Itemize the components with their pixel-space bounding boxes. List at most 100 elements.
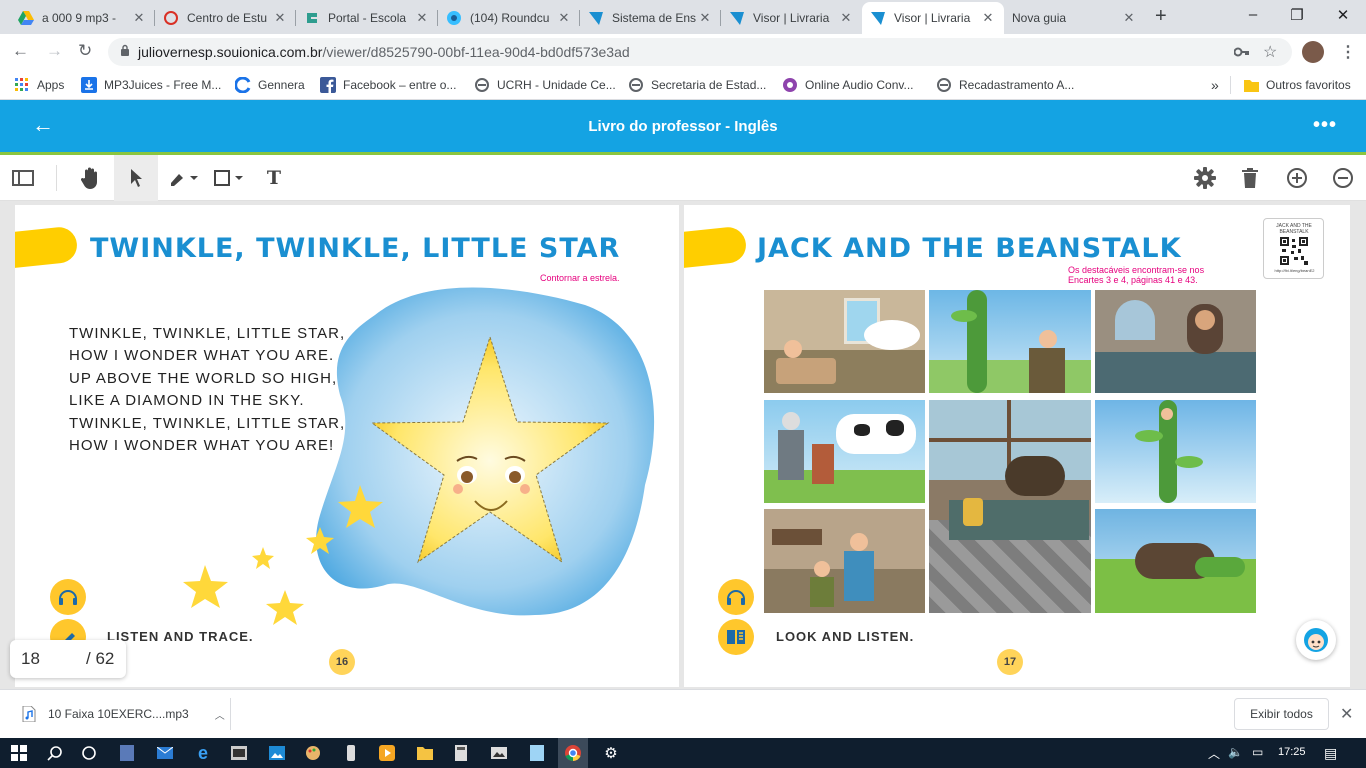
close-icon[interactable]: ✕ bbox=[980, 10, 996, 26]
new-tab-button[interactable]: + bbox=[1155, 6, 1167, 26]
portal-icon bbox=[304, 10, 320, 26]
assistant-help-button[interactable] bbox=[1296, 620, 1336, 660]
edge-browser-icon[interactable]: e bbox=[188, 738, 218, 768]
show-all-downloads-button[interactable]: Exibir todos bbox=[1234, 698, 1329, 730]
page-current-input[interactable]: 18 bbox=[21, 649, 40, 669]
audio-headphones-button[interactable] bbox=[50, 579, 86, 615]
windows-taskbar: e ⚙ ︿ 🔈 ▭ 17:25 ▤ bbox=[0, 738, 1366, 768]
gear-icon[interactable] bbox=[1190, 155, 1220, 201]
tab-1[interactable]: Centro de Estu ✕ bbox=[155, 2, 296, 34]
sidebar-toggle-icon[interactable] bbox=[0, 155, 46, 201]
chrome-taskbar-icon[interactable] bbox=[558, 738, 588, 768]
address-bar[interactable]: juliovernesp.souionica.com.br/viewer/d85… bbox=[108, 38, 1292, 66]
story-panel-7 bbox=[764, 509, 925, 613]
zoom-in-icon[interactable] bbox=[1282, 155, 1312, 201]
navigation-bar: ← → ↻ juliovernesp.souionica.com.br/view… bbox=[0, 34, 1366, 70]
star-illustration bbox=[183, 287, 655, 625]
minimize-button[interactable]: – bbox=[1238, 6, 1268, 23]
taskbar-app-gallery-icon[interactable] bbox=[484, 738, 514, 768]
bookmark-label: MP3Juices - Free M... bbox=[104, 78, 222, 92]
bookmark-label: Facebook – entre o... bbox=[343, 78, 457, 92]
windows-start-icon[interactable] bbox=[4, 738, 34, 768]
bookmark-label: UCRH - Unidade Ce... bbox=[497, 78, 616, 92]
shape-rectangle-icon[interactable] bbox=[212, 155, 248, 201]
taskbar-app-mail-icon[interactable] bbox=[150, 738, 180, 768]
tab-2[interactable]: Portal - Escola ✕ bbox=[296, 2, 438, 34]
tab-0[interactable]: a 000 9 mp3 - ✕ bbox=[10, 2, 155, 34]
download-item[interactable]: 10 Faixa 10EXERC....mp3 ︿ bbox=[22, 706, 225, 722]
bookmark-other-folder[interactable]: Outros favoritos bbox=[1243, 77, 1351, 93]
tab-3[interactable]: (104) Roundcu ✕ bbox=[438, 2, 580, 34]
bookmark-mp3juices[interactable]: MP3Juices - Free M... bbox=[81, 77, 221, 93]
chrome-menu-icon[interactable]: ⋮ bbox=[1340, 42, 1356, 62]
taskbar-app-paint-icon[interactable] bbox=[298, 738, 328, 768]
forward-arrow-icon[interactable]: → bbox=[46, 42, 63, 60]
bookmark-recadastramento[interactable]: Recadastramento A... bbox=[936, 77, 1074, 93]
qr-code-box[interactable]: JACK AND THE BEANSTALK http://fbi.lt/eng… bbox=[1263, 218, 1324, 279]
select-pointer-icon[interactable] bbox=[114, 155, 158, 201]
back-arrow-icon[interactable]: ← bbox=[12, 42, 29, 60]
page-title: TWINKLE, TWINKLE, LITTLE STAR bbox=[90, 233, 621, 264]
close-icon[interactable]: ✕ bbox=[272, 10, 288, 26]
close-icon[interactable]: ✕ bbox=[556, 10, 572, 26]
chevron-up-icon[interactable]: ︿ bbox=[215, 707, 225, 722]
book-viewer[interactable]: TWINKLE, TWINKLE, LITTLE STAR Contornar … bbox=[0, 201, 1366, 689]
taskbar-app-film-icon[interactable] bbox=[224, 738, 254, 768]
url-host: juliovernesp.souionica.com.br bbox=[138, 44, 323, 60]
taskbar-app-photo-icon[interactable] bbox=[262, 738, 292, 768]
close-icon[interactable]: ✕ bbox=[414, 10, 430, 26]
page-banner-shape bbox=[15, 225, 79, 269]
notifications-icon[interactable]: ▤ bbox=[1324, 745, 1337, 762]
volume-icon[interactable]: 🔈 bbox=[1228, 745, 1243, 759]
tab-4[interactable]: Sistema de Ens ✕ bbox=[580, 2, 721, 34]
network-icon[interactable]: ▭ bbox=[1252, 745, 1263, 759]
taskbar-app-doc-icon[interactable] bbox=[112, 738, 142, 768]
calculator-icon[interactable] bbox=[446, 738, 476, 768]
bookmark-facebook[interactable]: Facebook – entre o... bbox=[320, 77, 456, 93]
close-icon[interactable]: ✕ bbox=[838, 10, 854, 26]
assistant-avatar-icon bbox=[1304, 628, 1328, 652]
trash-icon[interactable] bbox=[1236, 155, 1264, 201]
hand-pan-icon[interactable] bbox=[70, 155, 112, 201]
file-explorer-icon[interactable] bbox=[410, 738, 440, 768]
taskbar-app-notes-icon[interactable] bbox=[522, 738, 552, 768]
close-icon[interactable]: ✕ bbox=[697, 10, 713, 26]
page-counter[interactable]: 18 / 62 bbox=[10, 640, 126, 678]
text-tool-icon[interactable]: T bbox=[258, 155, 290, 201]
bookmark-apps[interactable]: Apps bbox=[14, 77, 64, 93]
cortana-icon[interactable] bbox=[74, 738, 104, 768]
search-icon[interactable] bbox=[40, 738, 70, 768]
bookmarks-overflow[interactable]: » bbox=[1211, 77, 1219, 93]
globe-icon bbox=[628, 77, 644, 93]
close-icon[interactable]: ✕ bbox=[1121, 10, 1137, 26]
tab-title: Centro de Estu bbox=[187, 11, 268, 25]
system-clock[interactable]: 17:25 bbox=[1278, 746, 1306, 758]
audio-converter-icon bbox=[782, 77, 798, 93]
tray-chevron-up-icon[interactable]: ︿ bbox=[1208, 745, 1220, 762]
lock-icon bbox=[121, 44, 129, 56]
profile-avatar[interactable] bbox=[1302, 41, 1324, 63]
highlighter-icon[interactable] bbox=[164, 155, 204, 201]
zoom-out-icon[interactable] bbox=[1328, 155, 1358, 201]
bookmark-ucrh[interactable]: UCRH - Unidade Ce... bbox=[474, 77, 616, 93]
key-icon[interactable] bbox=[1234, 45, 1250, 59]
reload-icon[interactable]: ↻ bbox=[78, 42, 92, 60]
settings-gear-icon[interactable]: ⚙ bbox=[596, 738, 626, 768]
close-icon[interactable]: ✕ bbox=[131, 10, 147, 26]
more-options-icon[interactable]: ••• bbox=[1313, 114, 1337, 137]
tab-7[interactable]: Nova guia ✕ bbox=[1004, 2, 1145, 34]
taskbar-app-usb-icon[interactable] bbox=[336, 738, 366, 768]
bookmark-gennera[interactable]: Gennera bbox=[235, 77, 305, 93]
tab-6-active[interactable]: Visor | Livraria ✕ bbox=[862, 2, 1004, 34]
audio-headphones-button[interactable] bbox=[718, 579, 754, 615]
taskbar-app-media-icon[interactable] bbox=[372, 738, 402, 768]
bookmark-secretaria[interactable]: Secretaria de Estad... bbox=[628, 77, 766, 93]
maximize-button[interactable]: ❐ bbox=[1282, 6, 1312, 24]
close-icon[interactable]: ✕ bbox=[1340, 704, 1353, 724]
page-number: 16 bbox=[329, 649, 355, 675]
star-bookmark-icon[interactable]: ☆ bbox=[1263, 42, 1277, 62]
tab-5[interactable]: Visor | Livraria ✕ bbox=[721, 2, 862, 34]
window-close-button[interactable]: ✕ bbox=[1328, 6, 1358, 24]
instruction-text: LISTEN AND TRACE. bbox=[107, 629, 254, 644]
bookmark-audio-converter[interactable]: Online Audio Conv... bbox=[782, 77, 914, 93]
